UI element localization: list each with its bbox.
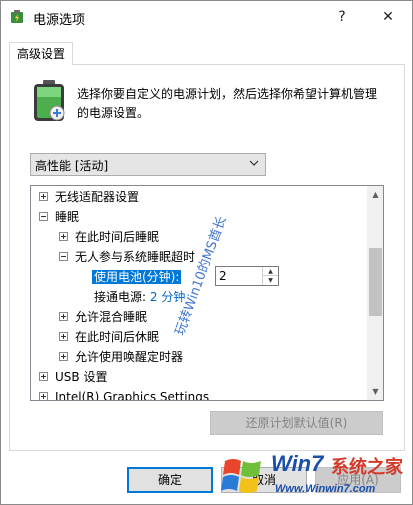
logo-chinese-text: 系统之家 (331, 457, 403, 478)
expand-plus-icon[interactable] (59, 232, 68, 241)
site-logo-watermark: Win7 系统之家 Www.Winwin7.com (215, 449, 411, 503)
battery-plan-icon (34, 80, 65, 121)
on-battery-label: 使用电池(分钟): (92, 270, 182, 284)
collapse-minus-icon[interactable] (59, 252, 68, 261)
stepper-buttons: ▲ ▼ (262, 267, 278, 285)
logo-brand-text: Win7 (271, 451, 324, 476)
on-battery-minutes-value[interactable]: 2 (219, 268, 227, 284)
power-settings-tree[interactable]: 无线适配器设置 睡眠 在此时间后睡眠 无人参与系统睡眠超时 使用电池(分钟): … (30, 185, 384, 401)
power-options-app-icon (11, 10, 23, 23)
logo-url-text: Www.Winwin7.com (275, 483, 376, 495)
power-plan-dropdown[interactable]: 高性能 [活动] (30, 153, 266, 176)
power-plan-value: 高性能 [活动] (35, 159, 109, 173)
ok-button[interactable]: 确定 (127, 467, 213, 493)
title-bar: 电源选项 ? ✕ (1, 1, 412, 33)
scroll-down-icon[interactable]: ▼ (367, 383, 383, 400)
chevron-down-icon (249, 160, 259, 166)
expand-plus-icon[interactable] (59, 332, 68, 341)
tab-advanced-settings[interactable]: 高级设置 (9, 42, 73, 65)
windows-flag-icon (221, 459, 261, 493)
power-options-dialog: 电源选项 ? ✕ 高级设置 选择你要自定义的电源计划，然后选择你希望计算机管理的… (0, 0, 413, 505)
tree-scrollbar[interactable]: ▲ ▼ (367, 186, 383, 400)
on-battery-minutes-stepper[interactable]: 2 ▲ ▼ (215, 266, 279, 286)
collapse-minus-icon[interactable] (39, 212, 48, 221)
scroll-up-icon[interactable]: ▲ (367, 186, 383, 203)
expand-plus-icon[interactable] (59, 312, 68, 321)
help-button[interactable]: ? (319, 3, 365, 31)
stepper-up-icon[interactable]: ▲ (263, 267, 278, 276)
expand-plus-icon[interactable] (39, 372, 48, 381)
restore-plan-defaults-button[interactable]: 还原计划默认值(R) (210, 411, 383, 435)
window-title: 电源选项 (33, 13, 86, 28)
tree-item-plugged-in[interactable]: 接通电源: 2 分钟 (94, 287, 185, 307)
tree-item-on-battery[interactable]: 使用电池(分钟): (92, 267, 182, 287)
close-button[interactable]: ✕ (365, 3, 411, 31)
stepper-down-icon[interactable]: ▼ (263, 276, 278, 285)
plugged-in-label: 接通电源: (94, 290, 147, 304)
expand-plus-icon[interactable] (39, 192, 48, 201)
expand-plus-icon[interactable] (59, 352, 68, 361)
description-text: 选择你要自定义的电源计划，然后选择你希望计算机管理的电源设置。 (77, 87, 378, 120)
expand-plus-icon[interactable] (39, 392, 48, 400)
scroll-thumb[interactable] (369, 248, 382, 316)
